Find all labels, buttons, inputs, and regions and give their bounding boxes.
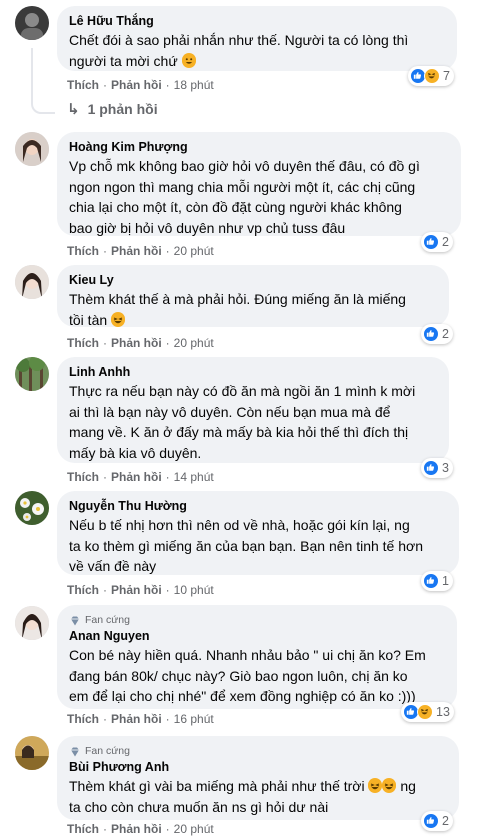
timestamp[interactable]: 18 phút: [174, 78, 214, 92]
reactions-summary[interactable]: 2: [421, 811, 453, 831]
like-reaction-icon: [423, 573, 439, 589]
avatar[interactable]: [15, 357, 49, 391]
avatar[interactable]: [15, 491, 49, 525]
comment-actions: Thích · Phản hồi · 20 phút: [67, 244, 214, 258]
comment-bubble: Nguyễn Thu Hường Nếu b tế nhị hơn thì nê…: [57, 491, 459, 575]
diamond-icon: [69, 745, 81, 757]
timestamp[interactable]: 10 phút: [174, 583, 214, 597]
like-button[interactable]: Thích: [67, 822, 99, 836]
like-reaction-icon: [423, 460, 439, 476]
timestamp[interactable]: 20 phút: [174, 336, 214, 350]
comment-bubble: Kieu Ly Thèm khát thế à mà phải hỏi. Đún…: [57, 265, 449, 328]
like-button[interactable]: Thích: [67, 336, 99, 350]
comment-bubble: Fan cứng Anan Nguyen Con bé này hiền quá…: [57, 605, 457, 709]
avatar[interactable]: [15, 736, 49, 770]
laugh-emoji-icon: [382, 778, 397, 793]
commenter-name[interactable]: Anan Nguyen: [69, 628, 445, 644]
timestamp[interactable]: 16 phút: [174, 712, 214, 726]
comment-actions: Thích · Phản hồi · 14 phút: [67, 470, 214, 484]
reply-button[interactable]: Phản hồi: [111, 244, 162, 258]
haha-reaction-icon: [424, 68, 440, 84]
commenter-name[interactable]: Kieu Ly: [69, 272, 437, 288]
timestamp[interactable]: 20 phút: [174, 822, 214, 836]
comment-actions: Thích · Phản hồi · 20 phút: [67, 336, 214, 350]
like-button[interactable]: Thích: [67, 78, 99, 92]
view-replies-link[interactable]: ↳ 1 phản hồi: [67, 100, 158, 118]
thread-line: [31, 48, 55, 114]
comment-actions: Thích · Phản hồi · 18 phút: [67, 78, 214, 92]
reaction-count: 2: [442, 235, 449, 249]
reply-button[interactable]: Phản hồi: [111, 822, 162, 836]
avatar[interactable]: [15, 265, 49, 299]
comment-actions: Thích · Phản hồi · 20 phút: [67, 822, 214, 836]
like-button[interactable]: Thích: [67, 712, 99, 726]
reply-button[interactable]: Phản hồi: [111, 78, 162, 92]
comment-bubble: Lê Hữu Thắng Chết đói à sao phải nhắn nh…: [57, 6, 457, 71]
like-button[interactable]: Thích: [67, 470, 99, 484]
laugh-emoji-icon: [368, 778, 383, 793]
smile-emoji-icon: [181, 52, 196, 68]
comment-text: Thực ra nếu bạn này có đồ ăn mà ngồi ăn …: [69, 383, 416, 461]
avatar[interactable]: [15, 132, 49, 166]
reaction-count: 2: [442, 327, 449, 341]
reaction-count: 3: [442, 461, 449, 475]
commenter-name[interactable]: Hoàng Kim Phượng: [69, 139, 449, 155]
reactions-summary[interactable]: 2: [421, 232, 453, 252]
commenter-name[interactable]: Lê Hữu Thắng: [69, 13, 445, 29]
like-reaction-icon: [423, 813, 439, 829]
commenter-name[interactable]: Nguyễn Thu Hường: [69, 498, 447, 514]
comment-actions: Thích · Phản hồi · 16 phút: [67, 712, 214, 726]
reply-button[interactable]: Phản hồi: [111, 470, 162, 484]
comment-text: Con bé này hiền quá. Nhanh nhảu bảo " ui…: [69, 647, 426, 704]
like-reaction-icon: [423, 234, 439, 250]
reactions-summary[interactable]: 1: [421, 571, 453, 591]
reply-button[interactable]: Phản hồi: [111, 336, 162, 350]
timestamp[interactable]: 14 phút: [174, 470, 214, 484]
reply-arrow-icon: ↳: [67, 101, 80, 118]
commenter-name[interactable]: Linh Anhh: [69, 364, 437, 380]
laugh-emoji-icon: [111, 311, 126, 327]
comment-text: Vp chỗ mk không bao giờ hỏi vô duyên thế…: [69, 158, 420, 236]
reaction-count: 1: [442, 574, 449, 588]
comment-bubble: Fan cứng Bùi Phương Anh Thèm khát gì vài…: [57, 736, 459, 820]
comment-actions: Thích · Phản hồi · 10 phút: [67, 583, 214, 597]
timestamp[interactable]: 20 phút: [174, 244, 214, 258]
comment-bubble: Hoàng Kim Phượng Vp chỗ mk không bao giờ…: [57, 132, 461, 236]
fan-badge: Fan cứng: [69, 612, 445, 627]
reaction-count: 13: [436, 705, 450, 719]
reply-button[interactable]: Phản hồi: [111, 583, 162, 597]
reply-button[interactable]: Phản hồi: [111, 712, 162, 726]
comment-bubble: Linh Anhh Thực ra nếu bạn này có đồ ăn m…: [57, 357, 449, 463]
avatar[interactable]: [15, 606, 49, 640]
reactions-summary[interactable]: 7: [408, 66, 454, 86]
like-button[interactable]: Thích: [67, 583, 99, 597]
avatar[interactable]: [15, 6, 49, 40]
comment-text: Chết đói à sao phải nhắn như thế. Người …: [69, 32, 409, 69]
reaction-count: 7: [443, 69, 450, 83]
reactions-summary[interactable]: 2: [421, 324, 453, 344]
like-reaction-icon: [423, 326, 439, 342]
comment-text: Nếu b tế nhị hơn thì nên od về nhà, hoặc…: [69, 517, 423, 574]
reaction-count: 2: [442, 814, 449, 828]
comment-text: Thèm khát gì vài ba miếng mà phải như th…: [69, 778, 416, 815]
comment-text: Thèm khát thế à mà phải hỏi. Đúng miếng …: [69, 291, 406, 328]
fan-badge: Fan cứng: [69, 743, 447, 758]
like-button[interactable]: Thích: [67, 244, 99, 258]
reactions-summary[interactable]: 3: [421, 458, 453, 478]
diamond-icon: [69, 614, 81, 626]
haha-reaction-icon: [417, 704, 433, 720]
commenter-name[interactable]: Bùi Phương Anh: [69, 759, 447, 775]
reactions-summary[interactable]: 13: [401, 702, 454, 722]
